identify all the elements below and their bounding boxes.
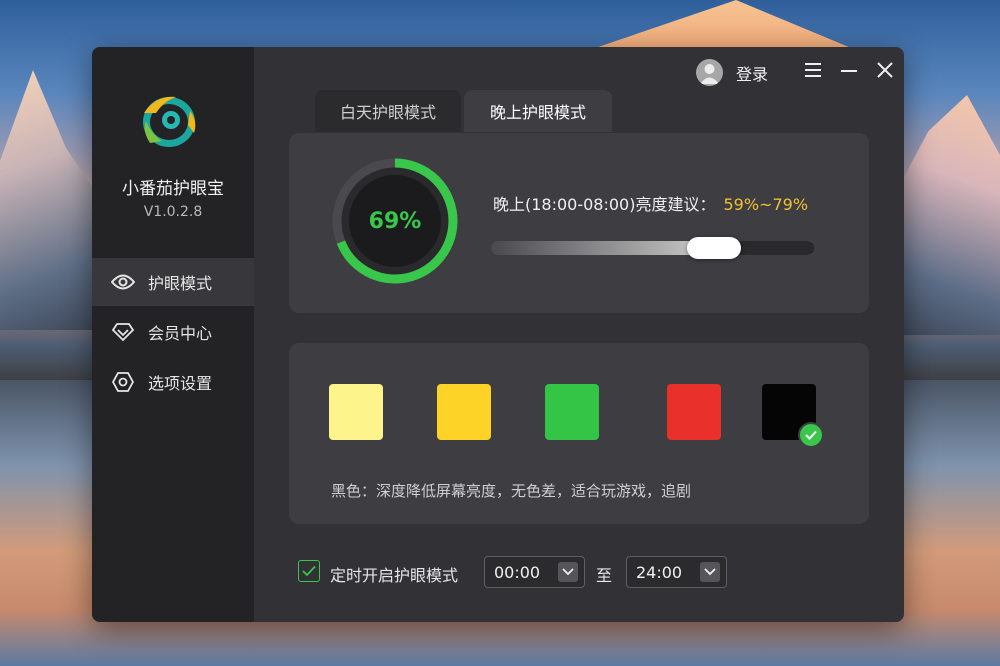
- end-time-value: 24:00: [636, 562, 683, 582]
- hexagon-settings-icon: [110, 369, 136, 395]
- timer-label: 定时开启护眼模式: [330, 566, 459, 585]
- brightness-slider[interactable]: [491, 237, 815, 259]
- color-swatch-light-yellow[interactable]: [329, 384, 383, 440]
- tab-night-mode[interactable]: 晚上护眼模式: [464, 90, 612, 132]
- close-icon[interactable]: [874, 59, 896, 81]
- timer-checkbox[interactable]: [298, 560, 320, 582]
- color-filter-panel: 黑色：深度降低屏幕亮度，无色差，适合玩游戏，追剧: [289, 343, 869, 524]
- menu-icon[interactable]: [802, 59, 824, 81]
- start-time-value: 00:00: [494, 562, 541, 582]
- minimize-icon[interactable]: [838, 59, 860, 81]
- selected-check-icon: [798, 422, 824, 448]
- brightness-suggestion-label: 晚上(18:00-08:00)亮度建议：: [493, 195, 716, 214]
- sidebar-item-member-center[interactable]: 会员中心: [92, 308, 254, 356]
- sidebar-item-label: 会员中心: [148, 324, 213, 343]
- color-swatch-yellow[interactable]: [437, 384, 491, 440]
- chevron-down-icon: [558, 562, 578, 582]
- color-swatch-green[interactable]: [545, 384, 599, 440]
- sidebar-item-settings[interactable]: 选项设置: [92, 358, 254, 406]
- title-bar: 登录: [604, 47, 904, 97]
- brightness-gauge: 69%: [329, 153, 461, 289]
- app-name: 小番茄护眼宝: [122, 179, 224, 199]
- diamond-icon: [110, 319, 136, 345]
- time-range-separator: 至: [596, 566, 613, 585]
- brightness-panel: 69% 晚上(18:00-08:00)亮度建议： 59%~79%: [289, 133, 869, 313]
- app-version: V1.0.2.8: [143, 204, 203, 220]
- sidebar-item-label: 护眼模式: [148, 274, 213, 293]
- brightness-suggestion: 晚上(18:00-08:00)亮度建议： 59%~79%: [493, 191, 808, 215]
- sidebar: 小番茄护眼宝 V1.0.2.8 护眼模式 会员中心 选项设置: [92, 47, 254, 622]
- background-mountain-right: [890, 95, 1000, 335]
- eye-icon: [110, 269, 136, 295]
- start-time-select[interactable]: 00:00: [484, 556, 585, 588]
- color-swatch-red[interactable]: [667, 384, 721, 440]
- sidebar-item-eye-mode[interactable]: 护眼模式: [92, 258, 254, 306]
- chevron-down-icon: [700, 562, 720, 582]
- sidebar-item-label: 选项设置: [148, 374, 213, 393]
- brightness-percent: 69%: [368, 208, 422, 234]
- brightness-slider-thumb[interactable]: [687, 237, 741, 259]
- color-description: 黑色：深度降低屏幕亮度，无色差，适合玩游戏，追剧: [331, 482, 692, 500]
- color-swatch-black[interactable]: [762, 384, 824, 448]
- brightness-slider-remaining: [731, 241, 815, 255]
- app-window: 小番茄护眼宝 V1.0.2.8 护眼模式 会员中心 选项设置 登录 白天护眼模式…: [92, 47, 904, 622]
- login-link[interactable]: 登录: [736, 61, 768, 85]
- end-time-select[interactable]: 24:00: [626, 556, 727, 588]
- brightness-suggestion-range: 59%~79%: [723, 195, 809, 214]
- tab-day-mode[interactable]: 白天护眼模式: [315, 90, 461, 132]
- user-avatar-icon[interactable]: [696, 59, 723, 86]
- app-logo-icon: [136, 91, 202, 151]
